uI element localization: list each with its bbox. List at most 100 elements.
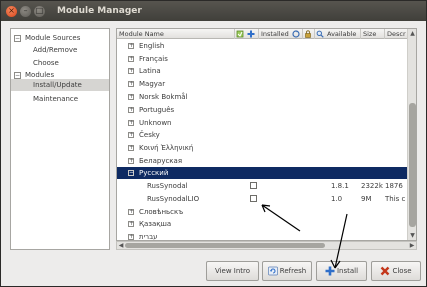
row-label: Česky bbox=[139, 131, 160, 139]
row-label: Português bbox=[139, 106, 175, 114]
column-available[interactable]: Available bbox=[315, 29, 361, 39]
table-row-language[interactable]: + Unknown bbox=[117, 117, 407, 129]
expand-icon[interactable]: + bbox=[128, 68, 134, 74]
row-label: עברית bbox=[139, 233, 158, 241]
table-row-language[interactable]: + Қазақша bbox=[117, 218, 407, 230]
column-available-label: Available bbox=[327, 30, 357, 38]
horizontal-scrollbar[interactable]: ◀ ▶ bbox=[116, 241, 417, 250]
tree-item-label: Add/Remove bbox=[33, 46, 78, 54]
column-size[interactable]: Size bbox=[361, 29, 385, 39]
refresh-label: Refresh bbox=[279, 267, 307, 275]
row-label: Κοινή Ἑλληνική bbox=[139, 144, 194, 152]
vertical-scrollbar[interactable]: ▲ ▼ bbox=[407, 29, 416, 240]
row-label: Русский bbox=[139, 169, 169, 177]
expand-icon[interactable]: + bbox=[128, 81, 134, 87]
install-label: Install bbox=[336, 267, 359, 275]
module-name: RusSynodalLIO bbox=[147, 195, 200, 203]
table-row-language[interactable]: + Latina bbox=[117, 65, 407, 77]
row-label: English bbox=[139, 42, 165, 50]
expand-icon[interactable]: + bbox=[128, 221, 134, 227]
install-checkbox[interactable] bbox=[250, 195, 257, 202]
add-column-icon bbox=[247, 30, 255, 38]
install-button[interactable]: Install bbox=[316, 261, 367, 281]
scroll-left-icon[interactable]: ◀ bbox=[117, 242, 125, 249]
tree-group-label: Modules bbox=[25, 71, 55, 79]
row-label: Беларуская bbox=[139, 157, 183, 165]
column-action-icons[interactable] bbox=[235, 29, 259, 39]
column-lock[interactable] bbox=[303, 29, 315, 39]
tree-item-add-remove[interactable]: Add/Remove bbox=[33, 44, 77, 56]
collapse-icon[interactable]: − bbox=[14, 34, 21, 42]
table-row-language[interactable]: + עברית bbox=[117, 231, 407, 241]
view-intro-label: View Intro bbox=[214, 267, 251, 275]
module-manager-window: × – □ Module Manager − Module Sources Ad… bbox=[0, 0, 427, 287]
table-row-language-selected[interactable]: − Русский bbox=[117, 167, 407, 179]
install-icon bbox=[325, 266, 335, 276]
row-label: Norsk Bokmål bbox=[139, 93, 188, 101]
module-rows: + English + Français + Latina + Magyar +… bbox=[117, 40, 407, 241]
refresh-button[interactable]: Refresh bbox=[262, 261, 312, 281]
column-module-name[interactable]: Module Name bbox=[117, 29, 235, 39]
install-checkbox[interactable] bbox=[250, 182, 257, 189]
collapse-icon[interactable]: − bbox=[14, 71, 21, 79]
title-bar[interactable]: × – □ Module Manager bbox=[1, 1, 426, 21]
scroll-down-icon[interactable]: ▼ bbox=[408, 231, 416, 240]
expand-icon[interactable]: + bbox=[128, 145, 134, 151]
module-name: RusSynodal bbox=[147, 182, 188, 190]
row-label: Unknown bbox=[139, 119, 172, 127]
sort-icon bbox=[236, 30, 244, 38]
expand-icon[interactable]: + bbox=[128, 209, 134, 215]
table-row-language[interactable]: + Κοινή Ἑλληνική bbox=[117, 142, 407, 154]
table-row-module[interactable]: RusSynodalLIO 1.0 9M This c bbox=[117, 193, 407, 205]
table-row-language[interactable]: + Norsk Bokmål bbox=[117, 91, 407, 103]
tree-item-label: Maintenance bbox=[33, 95, 79, 103]
collapse-icon[interactable]: − bbox=[128, 170, 134, 176]
close-button[interactable]: Close bbox=[371, 261, 421, 281]
window-title: Module Manager bbox=[57, 6, 142, 16]
expand-icon[interactable]: + bbox=[128, 107, 134, 113]
expand-icon[interactable]: + bbox=[128, 56, 134, 62]
module-version: 1.8.1 bbox=[331, 182, 349, 190]
row-label: Қазақша bbox=[139, 220, 172, 228]
tree-item-install-update[interactable]: Install/Update bbox=[11, 79, 109, 91]
expand-icon[interactable]: + bbox=[128, 132, 134, 138]
column-description[interactable]: Descr bbox=[385, 29, 407, 39]
expand-icon[interactable]: + bbox=[128, 234, 134, 240]
table-row-language[interactable]: + Словѣньскъ bbox=[117, 206, 407, 218]
window-maximize-icon[interactable]: □ bbox=[34, 5, 45, 17]
window-close-icon[interactable]: × bbox=[6, 5, 17, 17]
table-row-language[interactable]: + English bbox=[117, 40, 407, 52]
tree-item-maintenance[interactable]: Maintenance bbox=[33, 93, 78, 105]
module-version: 1.0 bbox=[331, 195, 343, 203]
module-size: 2322k bbox=[361, 182, 383, 190]
tree-item-label: Install/Update bbox=[33, 81, 82, 89]
column-installed-label: Installed bbox=[261, 30, 289, 38]
scroll-up-icon[interactable]: ▲ bbox=[408, 29, 416, 38]
refresh-icon bbox=[267, 266, 278, 276]
lock-icon bbox=[305, 30, 311, 38]
tree-item-label: Choose bbox=[33, 59, 59, 67]
table-row-language[interactable]: + Česky bbox=[117, 129, 407, 141]
table-row-language[interactable]: + Magyar bbox=[117, 78, 407, 90]
tree-group-module-sources[interactable]: − Module Sources bbox=[14, 32, 80, 44]
row-label: Magyar bbox=[139, 80, 166, 88]
table-row-language[interactable]: + Беларуская bbox=[117, 155, 407, 167]
expand-icon[interactable]: + bbox=[128, 43, 134, 49]
expand-icon[interactable]: + bbox=[128, 94, 134, 100]
expand-icon[interactable]: + bbox=[128, 120, 134, 126]
window-minimize-icon[interactable]: – bbox=[20, 5, 31, 17]
vertical-scroll-thumb[interactable] bbox=[409, 103, 416, 227]
view-intro-button[interactable]: View Intro bbox=[206, 261, 259, 281]
table-row-language[interactable]: + Português bbox=[117, 104, 407, 116]
tree-item-choose[interactable]: Choose bbox=[33, 57, 59, 69]
row-label: Français bbox=[139, 55, 168, 63]
horizontal-scroll-thumb[interactable] bbox=[125, 243, 325, 248]
cancel-icon bbox=[381, 266, 390, 276]
scroll-right-icon[interactable]: ▶ bbox=[408, 242, 416, 249]
table-row-language[interactable]: + Français bbox=[117, 53, 407, 65]
module-description: 1876 bbox=[385, 182, 403, 190]
expand-icon[interactable]: + bbox=[128, 158, 134, 164]
column-installed[interactable]: Installed bbox=[259, 29, 303, 39]
close-label: Close bbox=[392, 267, 412, 275]
table-row-module[interactable]: RusSynodal 1.8.1 2322k 1876 bbox=[117, 180, 407, 192]
